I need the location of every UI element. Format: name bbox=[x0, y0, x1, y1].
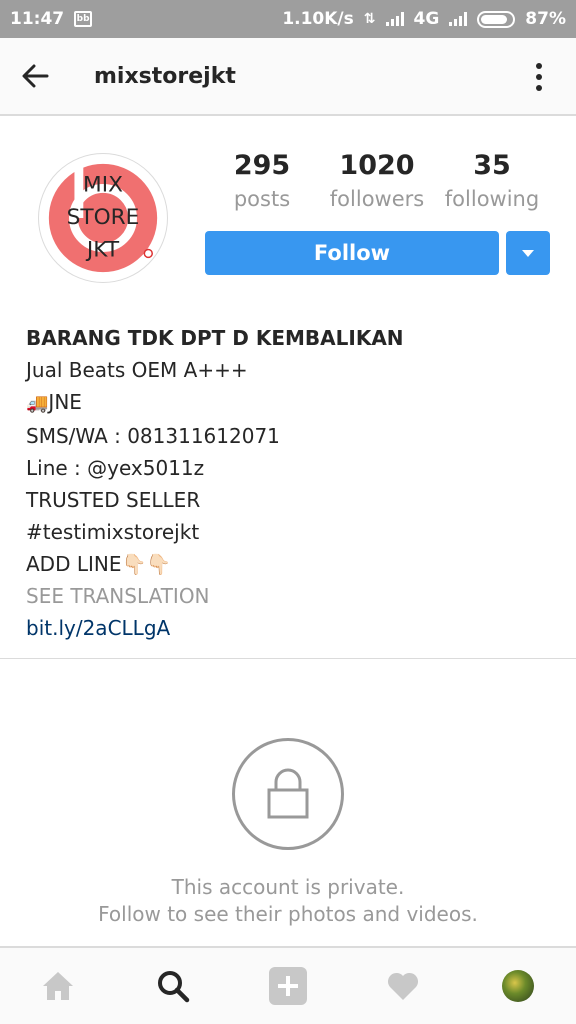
follow-button[interactable]: Follow bbox=[205, 231, 499, 275]
bio-name: BARANG TDK DPT D KEMBALIKAN bbox=[26, 326, 404, 350]
network-type: 4G bbox=[413, 9, 440, 29]
avatar-text-mix: MIX bbox=[83, 172, 123, 197]
bio-line: Line : @yex5011z bbox=[26, 456, 205, 480]
battery-percent: 87% bbox=[525, 9, 566, 29]
lock-icon bbox=[267, 768, 309, 819]
posts-count: 295 bbox=[233, 150, 291, 181]
following-count: 35 bbox=[473, 150, 511, 181]
signal-icon-2 bbox=[449, 12, 468, 26]
dot-icon bbox=[536, 63, 542, 69]
posts-stat[interactable]: 295 posts bbox=[207, 150, 317, 211]
followers-label: followers bbox=[329, 187, 425, 211]
beats-logo: MIX STORE JKT bbox=[48, 163, 158, 273]
data-arrows-icon: ⇅ bbox=[363, 11, 376, 27]
nav-profile[interactable] bbox=[488, 956, 548, 1016]
posts-label: posts bbox=[233, 187, 291, 211]
options-menu-button[interactable] bbox=[524, 60, 554, 94]
plus-icon bbox=[268, 967, 307, 1005]
private-subtitle: Follow to see their photos and videos. bbox=[98, 902, 478, 926]
top-bar: mixstorejkt bbox=[0, 38, 576, 116]
bio-line: SMS/WA : 081311612071 bbox=[26, 424, 280, 448]
followers-count: 1020 bbox=[339, 150, 415, 181]
private-title: This account is private. bbox=[171, 875, 405, 899]
heart-icon bbox=[388, 972, 419, 1000]
battery-fill bbox=[481, 14, 508, 24]
truck-icon: 🚚 bbox=[26, 393, 49, 414]
back-button[interactable] bbox=[0, 37, 70, 115]
bio-line-text: JNE bbox=[48, 390, 82, 414]
status-time: 11:47 bbox=[10, 9, 65, 29]
search-icon bbox=[157, 971, 190, 1003]
nav-search[interactable] bbox=[143, 956, 203, 1016]
nav-home[interactable] bbox=[28, 956, 88, 1016]
network-speed: 1.10K/s bbox=[282, 9, 354, 29]
bio-line: TRUSTED SELLER bbox=[26, 488, 201, 512]
profile-bio: BARANG TDK DPT D KEMBALIKAN Jual Beats O… bbox=[26, 322, 556, 644]
status-bar: 11:47 bb 1.10K/s ⇅ 4G 87% bbox=[0, 0, 576, 38]
profile-avatar[interactable]: MIX STORE JKT bbox=[38, 153, 168, 283]
avatar bbox=[502, 970, 535, 1002]
back-arrow-icon bbox=[22, 64, 49, 88]
profile-username: mixstorejkt bbox=[94, 63, 236, 89]
following-stat[interactable]: 35 following bbox=[437, 150, 547, 211]
avatar-text-jkt: JKT bbox=[85, 237, 120, 262]
blackberry-messenger-icon: bb bbox=[74, 11, 93, 27]
suggestions-dropdown-button[interactable] bbox=[506, 231, 550, 275]
bio-line: Jual Beats OEM A+++ bbox=[26, 358, 248, 382]
bio-website-link[interactable]: bit.ly/2aCLLgA bbox=[26, 612, 556, 644]
battery-icon bbox=[477, 10, 516, 28]
followers-stat[interactable]: 1020 followers bbox=[322, 150, 432, 211]
home-icon bbox=[42, 972, 73, 1000]
bio-line: 🚚JNE bbox=[26, 386, 556, 420]
nav-activity[interactable] bbox=[373, 956, 433, 1016]
chevron-down-icon bbox=[522, 249, 534, 257]
avatar-text-store: STORE bbox=[67, 205, 140, 230]
see-translation-link[interactable]: SEE TRANSLATION bbox=[26, 580, 556, 612]
nav-add-post[interactable] bbox=[258, 956, 318, 1016]
dot-icon bbox=[536, 74, 542, 80]
bio-line: #testimixstorejkt bbox=[26, 520, 200, 544]
following-label: following bbox=[444, 187, 540, 211]
divider bbox=[0, 658, 576, 659]
bottom-navigation bbox=[0, 946, 576, 1024]
dot-icon bbox=[536, 85, 542, 91]
status-right: 1.10K/s ⇅ 4G 87% bbox=[282, 9, 566, 29]
signal-icon bbox=[385, 12, 404, 26]
bio-line: ADD LINE👇🏻👇🏻 bbox=[26, 552, 172, 576]
private-account-message: This account is private. Follow to see t… bbox=[0, 874, 576, 928]
private-lock-badge bbox=[232, 738, 344, 850]
